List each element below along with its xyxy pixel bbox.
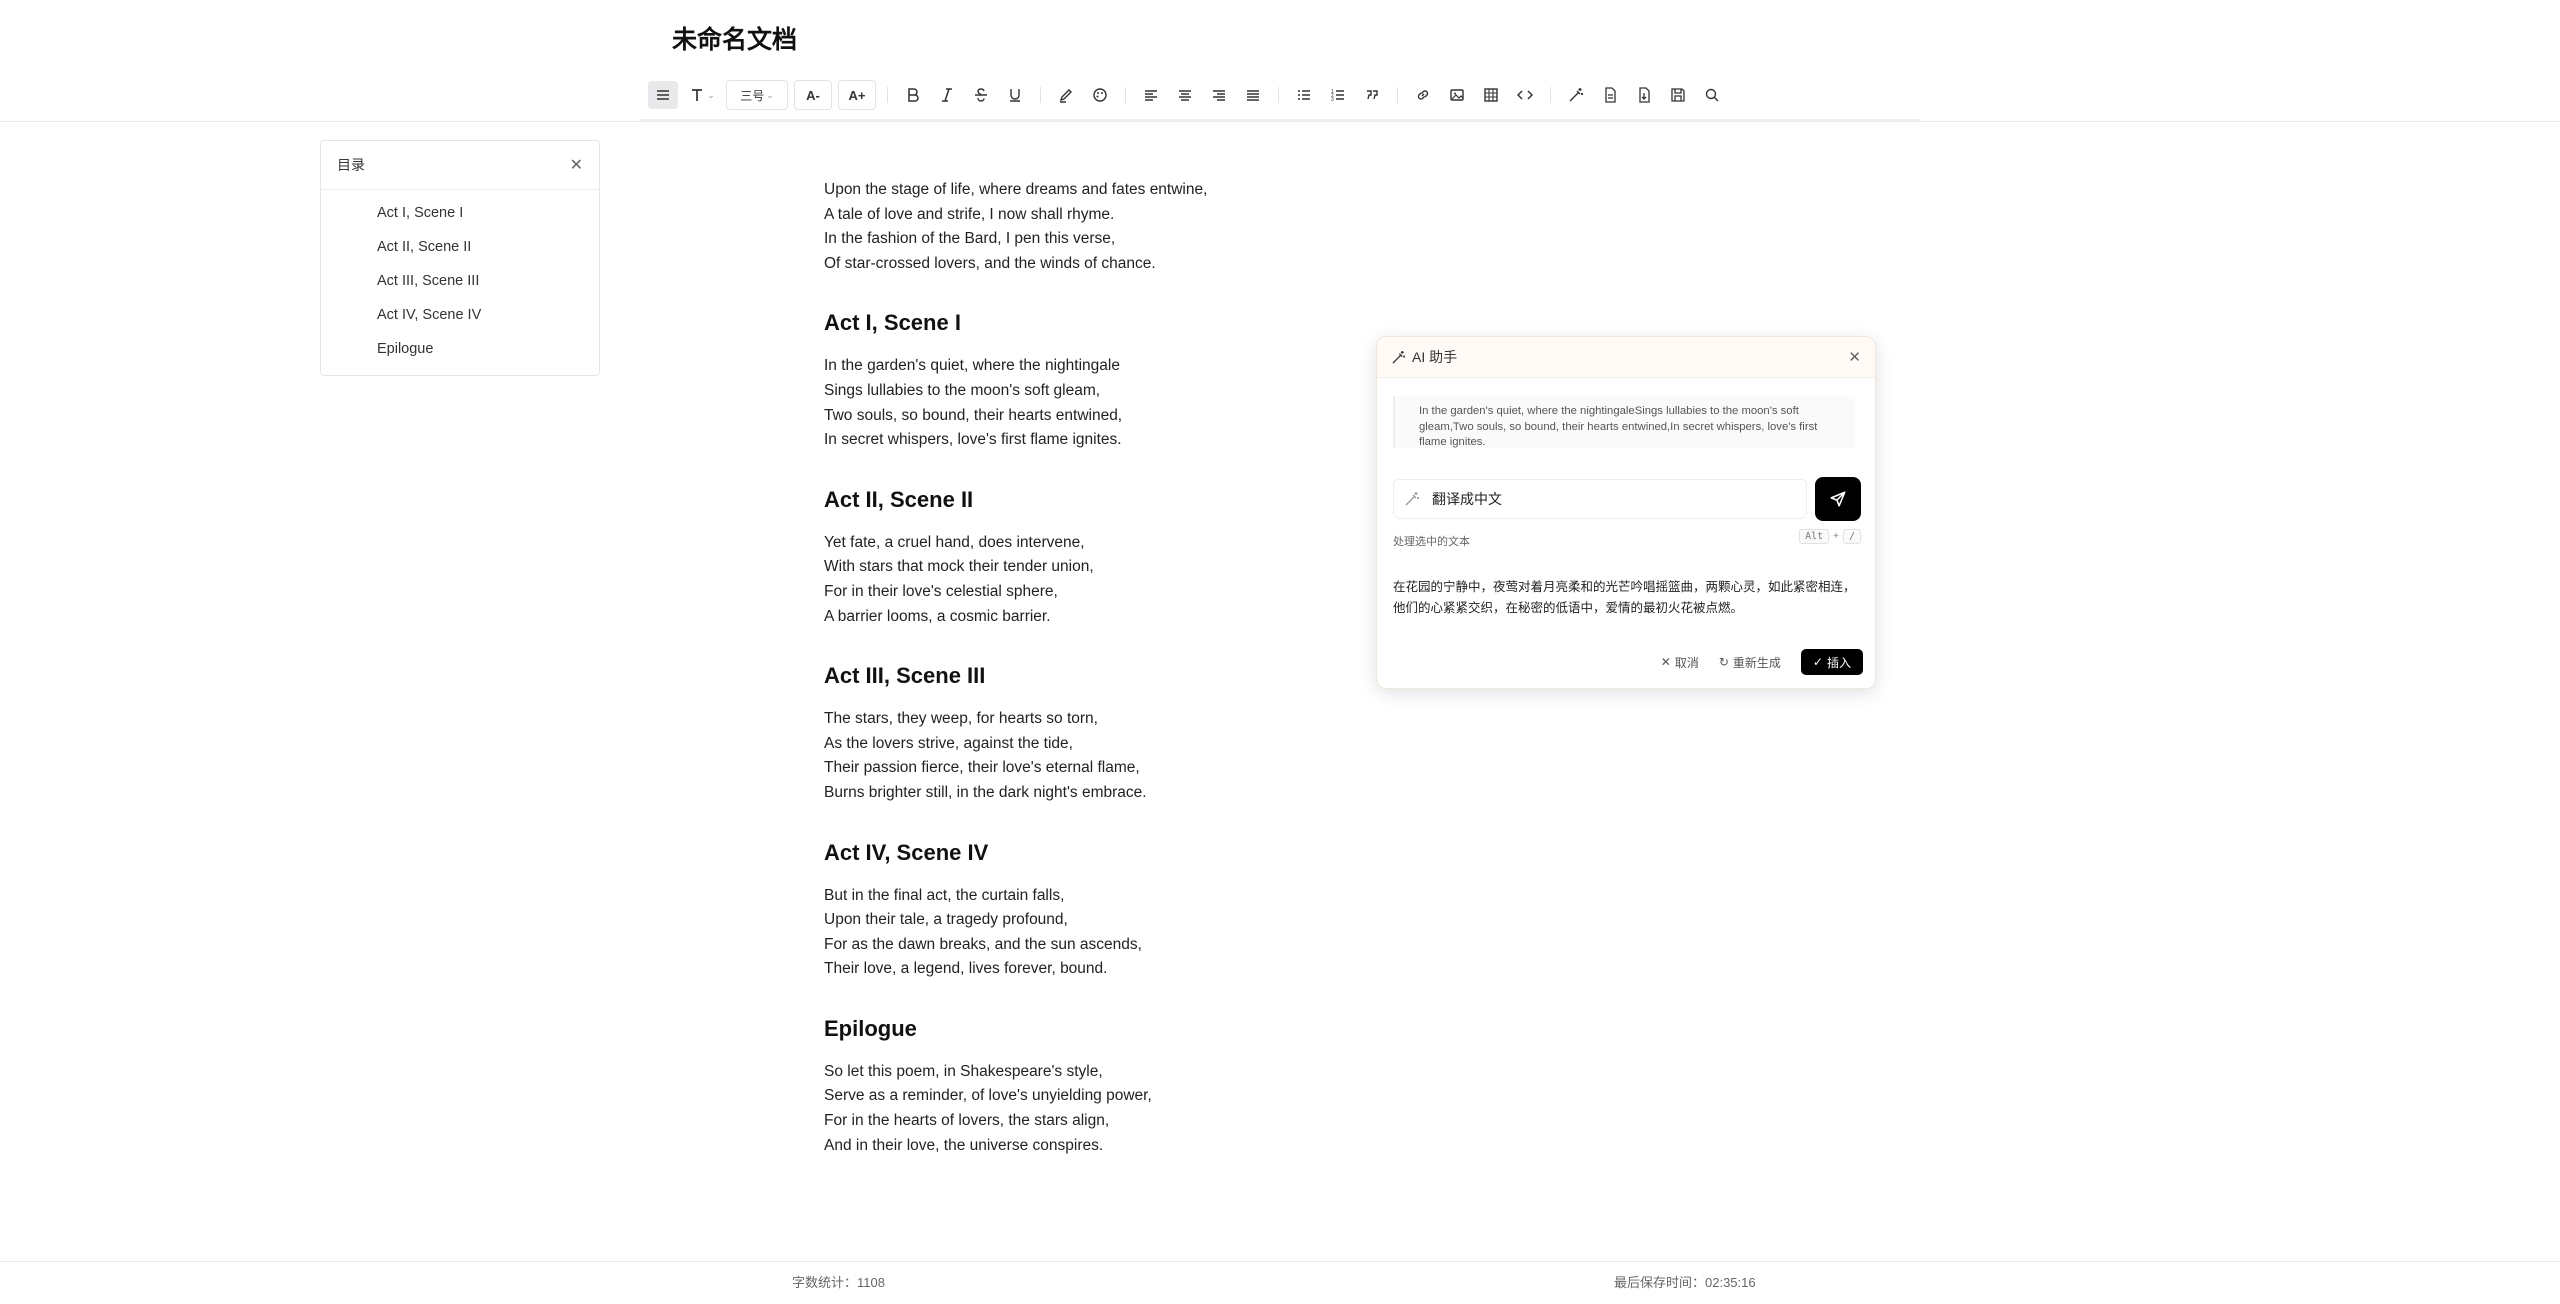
ordered-list-icon: 123 [1331, 89, 1344, 103]
align-center-button[interactable] [1171, 81, 1199, 109]
keyboard-shortcut: Alt + / [1799, 529, 1861, 544]
toc-item[interactable]: Epilogue [321, 332, 599, 366]
strikethrough-icon [975, 88, 987, 102]
strikethrough-button[interactable] [967, 81, 995, 109]
align-right-icon [1213, 90, 1225, 101]
refresh-icon: ↻ [1718, 655, 1729, 669]
table-of-contents: 目录 ✕ Act I, Scene I Act II, Scene II Act… [320, 140, 600, 376]
toc-item[interactable]: Act IV, Scene IV [321, 298, 599, 332]
ai-panel-title: AI 助手 [1412, 349, 1458, 365]
last-saved-time: 最后保存时间：02:35:16 [1614, 1275, 1756, 1290]
section-heading: Act II, Scene II [824, 486, 974, 512]
save-icon [1671, 88, 1685, 102]
align-right-button[interactable] [1205, 81, 1233, 109]
heading-size-value: 三号 [740, 88, 765, 103]
document-title[interactable]: 未命名文档 [672, 20, 797, 56]
import-button[interactable] [1630, 81, 1658, 109]
font-increase-button[interactable]: A+ [838, 80, 876, 110]
toc-title: 目录 [337, 157, 365, 173]
heading-size-select[interactable]: 三号 ⌄ [726, 80, 788, 110]
magic-wand-icon [1405, 492, 1419, 506]
image-icon [1450, 89, 1464, 101]
svg-text:3: 3 [1331, 97, 1334, 103]
text-format-button[interactable]: ⌄ [684, 81, 720, 109]
section-heading: Act IV, Scene IV [824, 839, 989, 865]
close-icon: ✕ [1660, 655, 1671, 669]
link-icon [1417, 90, 1429, 100]
close-icon[interactable]: ✕ [1848, 348, 1861, 366]
intro-paragraph: Upon the stage of life, where dreams and… [824, 181, 1208, 272]
ai-assistant-button[interactable] [1562, 81, 1590, 109]
ai-hint-text: 处理选中的文本 [1393, 536, 1470, 548]
section-heading: Act I, Scene I [824, 310, 961, 336]
underline-icon [1010, 89, 1020, 102]
section-paragraph: Yet fate, a cruel hand, does intervene, … [824, 533, 1094, 625]
align-left-button[interactable] [1137, 81, 1165, 109]
align-left-icon [1145, 90, 1157, 101]
check-icon: ✓ [1812, 655, 1823, 669]
magic-wand-icon [1392, 350, 1406, 364]
align-center-icon [1179, 90, 1191, 101]
ai-prompt-field[interactable] [1393, 479, 1807, 519]
save-button[interactable] [1664, 81, 1692, 109]
magic-wand-icon [1569, 88, 1583, 102]
code-icon [1517, 90, 1533, 100]
quote-icon [1367, 90, 1378, 100]
table-button[interactable] [1477, 81, 1505, 109]
table-icon [1484, 88, 1498, 102]
ai-result-text: 在花园的宁静中，夜莺对着月亮柔和的光芒吟唱摇篮曲，两颗心灵，如此紧密相连，他们的… [1393, 580, 1856, 615]
align-justify-button[interactable] [1239, 81, 1267, 109]
document-icon [1605, 87, 1616, 103]
close-icon[interactable]: ✕ [570, 155, 583, 175]
new-document-button[interactable] [1596, 81, 1624, 109]
text-icon [692, 89, 703, 101]
menu-icon [657, 90, 669, 100]
palette-icon [1093, 88, 1107, 102]
link-button[interactable] [1409, 81, 1437, 109]
section-heading: Epilogue [824, 1015, 917, 1041]
text-color-button[interactable] [1086, 81, 1114, 109]
send-icon [1830, 491, 1846, 507]
blockquote-button[interactable] [1358, 81, 1386, 109]
toc-item[interactable]: Act II, Scene II [321, 230, 599, 264]
insert-button[interactable]: ✓ 插入 [1800, 649, 1863, 675]
ai-assistant-panel: AI 助手 ✕ In the garden's quiet, where the… [1376, 336, 1876, 689]
send-button[interactable] [1815, 477, 1861, 521]
selected-text-preview: In the garden's quiet, where the nightin… [1393, 396, 1855, 448]
section-heading: Act III, Scene III [824, 663, 986, 689]
toc-toggle-button[interactable] [648, 81, 678, 109]
toc-item[interactable]: Act I, Scene I [321, 196, 599, 230]
code-button[interactable] [1511, 81, 1539, 109]
ai-prompt-input[interactable] [1430, 490, 1774, 508]
font-decrease-button[interactable]: A- [794, 80, 832, 110]
highlighter-icon [1059, 89, 1072, 103]
highlight-button[interactable] [1052, 81, 1080, 109]
search-button[interactable] [1698, 81, 1726, 109]
cancel-button[interactable]: ✕ 取消 [1661, 654, 1699, 671]
italic-icon [942, 88, 952, 102]
editor-toolbar: ⌄ 三号 ⌄ A- A+ 123 [645, 80, 1729, 110]
section-paragraph: The stars, they weep, for hearts so torn… [824, 710, 1147, 801]
section-paragraph: But in the final act, the curtain falls,… [824, 886, 1142, 978]
word-count: 字数统计：1108 [792, 1275, 885, 1290]
bold-button[interactable] [899, 81, 927, 109]
bold-icon [908, 88, 919, 102]
ordered-list-button[interactable]: 123 [1324, 81, 1352, 109]
search-icon [1705, 88, 1719, 102]
image-button[interactable] [1443, 81, 1471, 109]
section-paragraph: So let this poem, in Shakespeare's style… [824, 1062, 1152, 1154]
bullet-list-button[interactable] [1290, 81, 1318, 109]
underline-button[interactable] [1001, 81, 1029, 109]
align-justify-icon [1247, 90, 1259, 101]
file-import-icon [1639, 87, 1650, 103]
bullet-list-icon [1298, 90, 1310, 100]
regenerate-button[interactable]: ↻ 重新生成 [1719, 654, 1781, 671]
toc-item[interactable]: Act III, Scene III [321, 264, 599, 298]
italic-button[interactable] [933, 81, 961, 109]
document-body[interactable]: Upon the stage of life, where dreams and… [824, 178, 1344, 1158]
section-paragraph: In the garden's quiet, where the nightin… [824, 357, 1123, 449]
